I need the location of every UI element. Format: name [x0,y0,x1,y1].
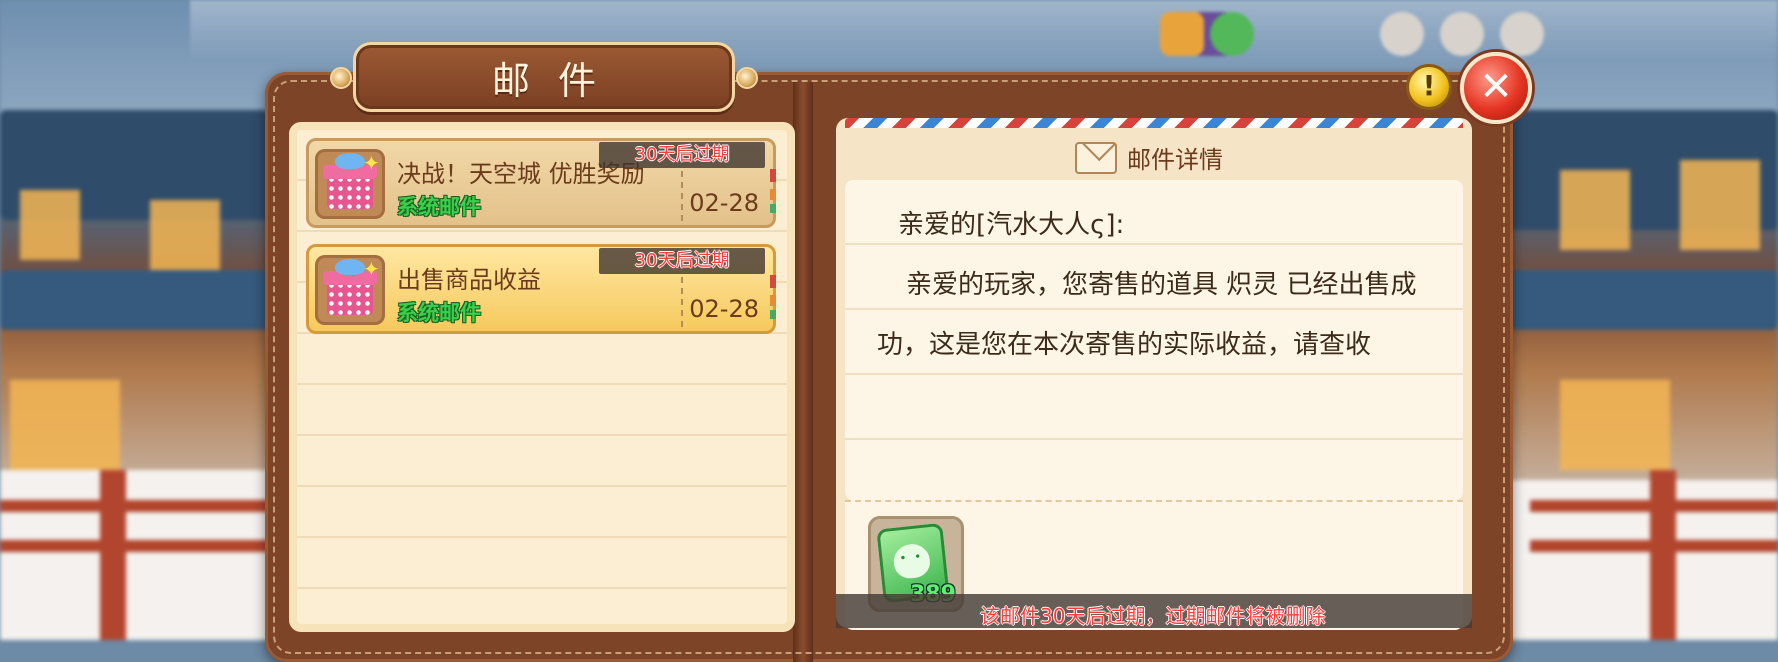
book-spine [793,82,813,662]
mail-sender: 系统邮件 [397,301,481,325]
title-plaque: 邮件 [330,42,758,112]
page-title: 邮件 [491,58,624,103]
bookmark-tabs [770,275,776,319]
close-button[interactable]: ✕ [1460,52,1532,124]
expire-notice: 该邮件30天后过期，过期邮件将被删除 [980,604,1326,628]
detail-header: 邮件详情 [1075,140,1223,175]
item-divider [681,171,683,221]
letter-text-line: 亲爱的玩家，您寄售的道具 炽灵 已经出售成 [906,270,1417,300]
envelope-icon [1075,141,1117,174]
letter-text-line: 功，这是您在本次寄售的实际收益，请查收 [877,330,1372,360]
warning-button[interactable]: ! [1406,64,1452,110]
detail-title: 邮件详情 [1127,146,1223,174]
mail-date: 02-28 [689,295,759,323]
mail-subject: 出售商品收益 [397,266,541,294]
expiry-badge: 30天后过期 [599,248,765,274]
expiry-badge: 30天后过期 [599,142,765,168]
item-divider [681,277,683,327]
airmail-stripe [845,118,1463,128]
plaque-knob-right [736,67,758,89]
gift-box-icon: ✦ [315,255,385,325]
mail-list-item-selected[interactable]: ✦ 出售商品收益 系统邮件 02-28 30天后过期 [306,244,776,334]
gift-box-icon: ✦ [315,149,385,219]
plaque-knob-left [330,67,352,89]
mail-list-item[interactable]: ✦ 决战！天空城 优胜奖励 系统邮件 02-28 30天后过期 [306,138,776,228]
mail-sender: 系统邮件 [397,195,481,219]
bookmark-tabs [770,169,776,213]
letter-greeting: 亲爱的[汽水大人ς]: [898,210,1125,240]
mail-date: 02-28 [689,189,759,217]
